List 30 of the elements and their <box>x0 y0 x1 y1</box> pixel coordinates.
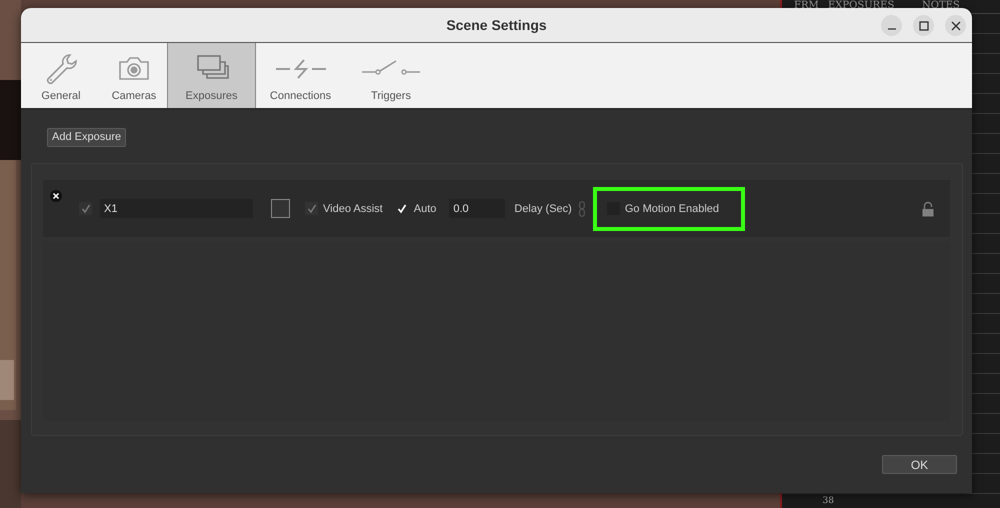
close-button[interactable] <box>945 15 966 36</box>
remove-icon[interactable] <box>50 190 62 202</box>
column-header: FRM <box>794 0 819 12</box>
checkbox[interactable] <box>305 202 318 215</box>
checkbox-label: Go Motion Enabled <box>624 202 720 214</box>
checkbox[interactable] <box>79 202 92 215</box>
maximize-icon <box>918 20 928 30</box>
column-header: EXPOSURES <box>828 0 894 12</box>
checkbox-label: Auto <box>414 202 436 214</box>
delay-field[interactable]: 0.0 <box>449 199 506 218</box>
tab[interactable]: Cameras <box>101 43 167 108</box>
tab[interactable]: Connections <box>256 43 345 108</box>
name-field[interactable]: X1 <box>100 199 253 218</box>
row-number: 38 <box>822 495 835 508</box>
window-title: Scene Settings <box>446 17 547 33</box>
column-header: NOTES <box>922 0 960 12</box>
add-exposure-button[interactable]: Add Exposure <box>47 128 126 146</box>
ok-button[interactable]: OK <box>882 455 957 474</box>
unlocked-lock-icon[interactable] <box>922 200 934 216</box>
maximize-button[interactable] <box>913 15 934 36</box>
tab[interactable]: Triggers <box>345 43 437 108</box>
field-label: Delay (Sec) <box>514 202 572 214</box>
chain-link-icon[interactable] <box>578 200 585 216</box>
minimize-icon <box>888 28 896 30</box>
wrench-icon <box>44 52 78 86</box>
tab[interactable]: General <box>21 43 101 108</box>
checkbox-label: Video Assist <box>323 202 383 214</box>
tab[interactable]: Exposures <box>167 43 256 108</box>
close-icon <box>950 20 960 30</box>
color-swatch[interactable] <box>271 199 290 218</box>
